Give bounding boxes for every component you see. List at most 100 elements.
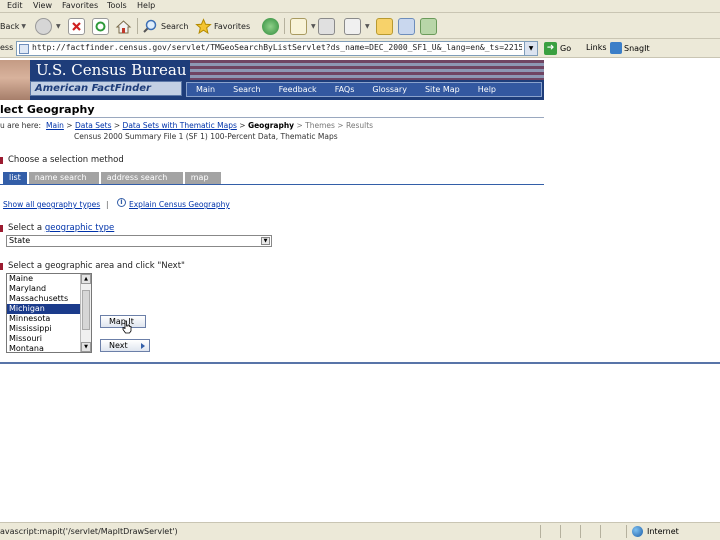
research-button[interactable] [398,17,417,35]
chevron-down-icon[interactable]: ▼ [56,23,61,30]
go-button[interactable]: ➜ Go [544,42,571,55]
status-divider [626,525,627,538]
site-banner: U.S. Census Bureau American FactFinder M… [0,60,544,100]
search-button[interactable]: Search [142,17,188,35]
breadcrumb-main[interactable]: Main [46,121,64,130]
explain-wrapper: Explain Census Geography [129,200,230,209]
chevron-down-icon[interactable]: ▼ [365,23,370,30]
tab-divider [0,184,544,185]
nav-help[interactable]: Help [469,85,505,94]
breadcrumb-thematic-maps[interactable]: Data Sets with Thematic Maps [123,121,237,130]
favorites-button[interactable]: Favorites [195,17,250,35]
site-subtitle[interactable]: American FactFinder [30,81,182,96]
scroll-thumb[interactable] [82,290,90,330]
globe-icon [632,526,643,537]
menu-help[interactable]: Help [137,1,155,10]
geographic-type-link[interactable]: geographic type [45,223,114,233]
home-button[interactable] [115,17,134,35]
toolbar-separator [284,18,285,34]
section-marker [0,225,3,232]
section-marker [0,157,3,164]
nav-glossary[interactable]: Glossary [363,85,416,94]
section-marker [0,263,3,270]
status-text: avascript:mapit('/servlet/MapItDrawServl… [0,527,178,536]
menu-tools[interactable]: Tools [107,1,127,10]
list-item[interactable]: Mississippi [7,324,91,334]
list-item[interactable]: Montana [7,344,91,352]
messenger-icon [420,17,437,35]
menu-edit[interactable]: Edit [7,1,23,10]
tab-address-search[interactable]: address search [100,172,183,184]
chevron-down-icon[interactable]: ▼ [524,42,537,55]
print-button[interactable] [318,17,337,35]
back-label: Back [0,21,20,31]
edit-button[interactable]: ▼ [344,17,370,35]
refresh-icon [92,17,109,35]
list-item[interactable]: Maryland [7,284,91,294]
dataset-description: Census 2000 Summary File 1 (SF 1) 100-Pe… [74,132,338,141]
edit-document-icon [344,17,361,35]
geo-area-heading: Select a geographic area and click "Next… [8,261,185,271]
status-divider [560,525,561,538]
list-item[interactable]: Maine [7,274,91,284]
discuss-button[interactable] [376,17,395,35]
geo-type-heading: Select a geographic type [8,223,114,233]
mail-icon [290,17,307,35]
geo-type-prefix: Select a [8,223,45,233]
tab-list[interactable]: list [3,172,27,184]
banner-photo [0,60,30,100]
next-button[interactable]: Next [100,339,150,352]
address-url[interactable]: http://factfinder.census.gov/servlet/TMG… [32,43,522,52]
links-button[interactable]: Links [586,43,607,52]
snagit-label: SnagIt [624,43,650,53]
geo-type-select[interactable]: State ▼ [6,235,272,247]
star-icon [195,17,212,35]
nav-faqs[interactable]: FAQs [326,85,364,94]
breadcrumb-data-sets[interactable]: Data Sets [75,121,112,130]
breadcrumb-separator: > [66,121,75,130]
listbox-scrollbar[interactable]: ▲ ▼ [80,274,91,352]
address-input[interactable]: http://factfinder.census.gov/servlet/TMG… [16,41,538,56]
tab-name-search[interactable]: name search [28,172,99,184]
show-all-geography-link[interactable]: Show all geography types [3,200,100,209]
breadcrumb-separator: > [239,121,248,130]
messenger-button[interactable] [420,17,439,35]
link-separator: | [106,200,109,209]
breadcrumb-themes: Themes [305,121,335,130]
browser-statusbar: avascript:mapit('/servlet/MapItDrawServl… [0,522,720,540]
menu-favorites[interactable]: Favorites [62,1,98,10]
explain-geography-link[interactable]: Explain Census Geography [129,200,230,209]
folder-icon [376,17,393,35]
site-title: U.S. Census Bureau [36,61,187,79]
snagit-icon [610,42,622,54]
geo-type-value: State [9,236,31,245]
refresh-button[interactable] [92,17,111,35]
snagit-button[interactable]: SnagIt [610,42,650,54]
nav-main[interactable]: Main [187,85,224,94]
forward-arrow-icon [35,17,52,35]
back-button[interactable]: Back ▼ [0,17,26,35]
list-item[interactable]: Minnesota [7,314,91,324]
go-arrow-icon: ➜ [544,42,557,55]
scroll-up-icon[interactable]: ▲ [81,274,91,284]
chevron-down-icon[interactable]: ▼ [21,23,26,30]
history-button[interactable] [262,17,281,35]
forward-button[interactable]: ▼ [35,17,61,35]
chevron-down-icon[interactable]: ▼ [261,237,270,245]
search-icon [142,18,159,35]
nav-feedback[interactable]: Feedback [270,85,326,94]
menu-view[interactable]: View [33,1,52,10]
chevron-down-icon[interactable]: ▼ [311,23,316,30]
geo-area-listbox[interactable]: Maine Maryland Massachusetts Michigan Mi… [6,273,92,353]
nav-search[interactable]: Search [224,85,269,94]
list-item[interactable]: Massachusetts [7,294,91,304]
list-item[interactable]: Missouri [7,334,91,344]
stop-button[interactable] [68,17,87,35]
list-item-selected[interactable]: Michigan [7,304,91,314]
security-zone: Internet [632,526,679,537]
search-label: Search [161,21,189,31]
mail-button[interactable]: ▼ [290,17,316,35]
tab-map[interactable]: map [184,172,221,184]
nav-site-map[interactable]: Site Map [416,85,469,94]
scroll-down-icon[interactable]: ▼ [81,342,91,352]
